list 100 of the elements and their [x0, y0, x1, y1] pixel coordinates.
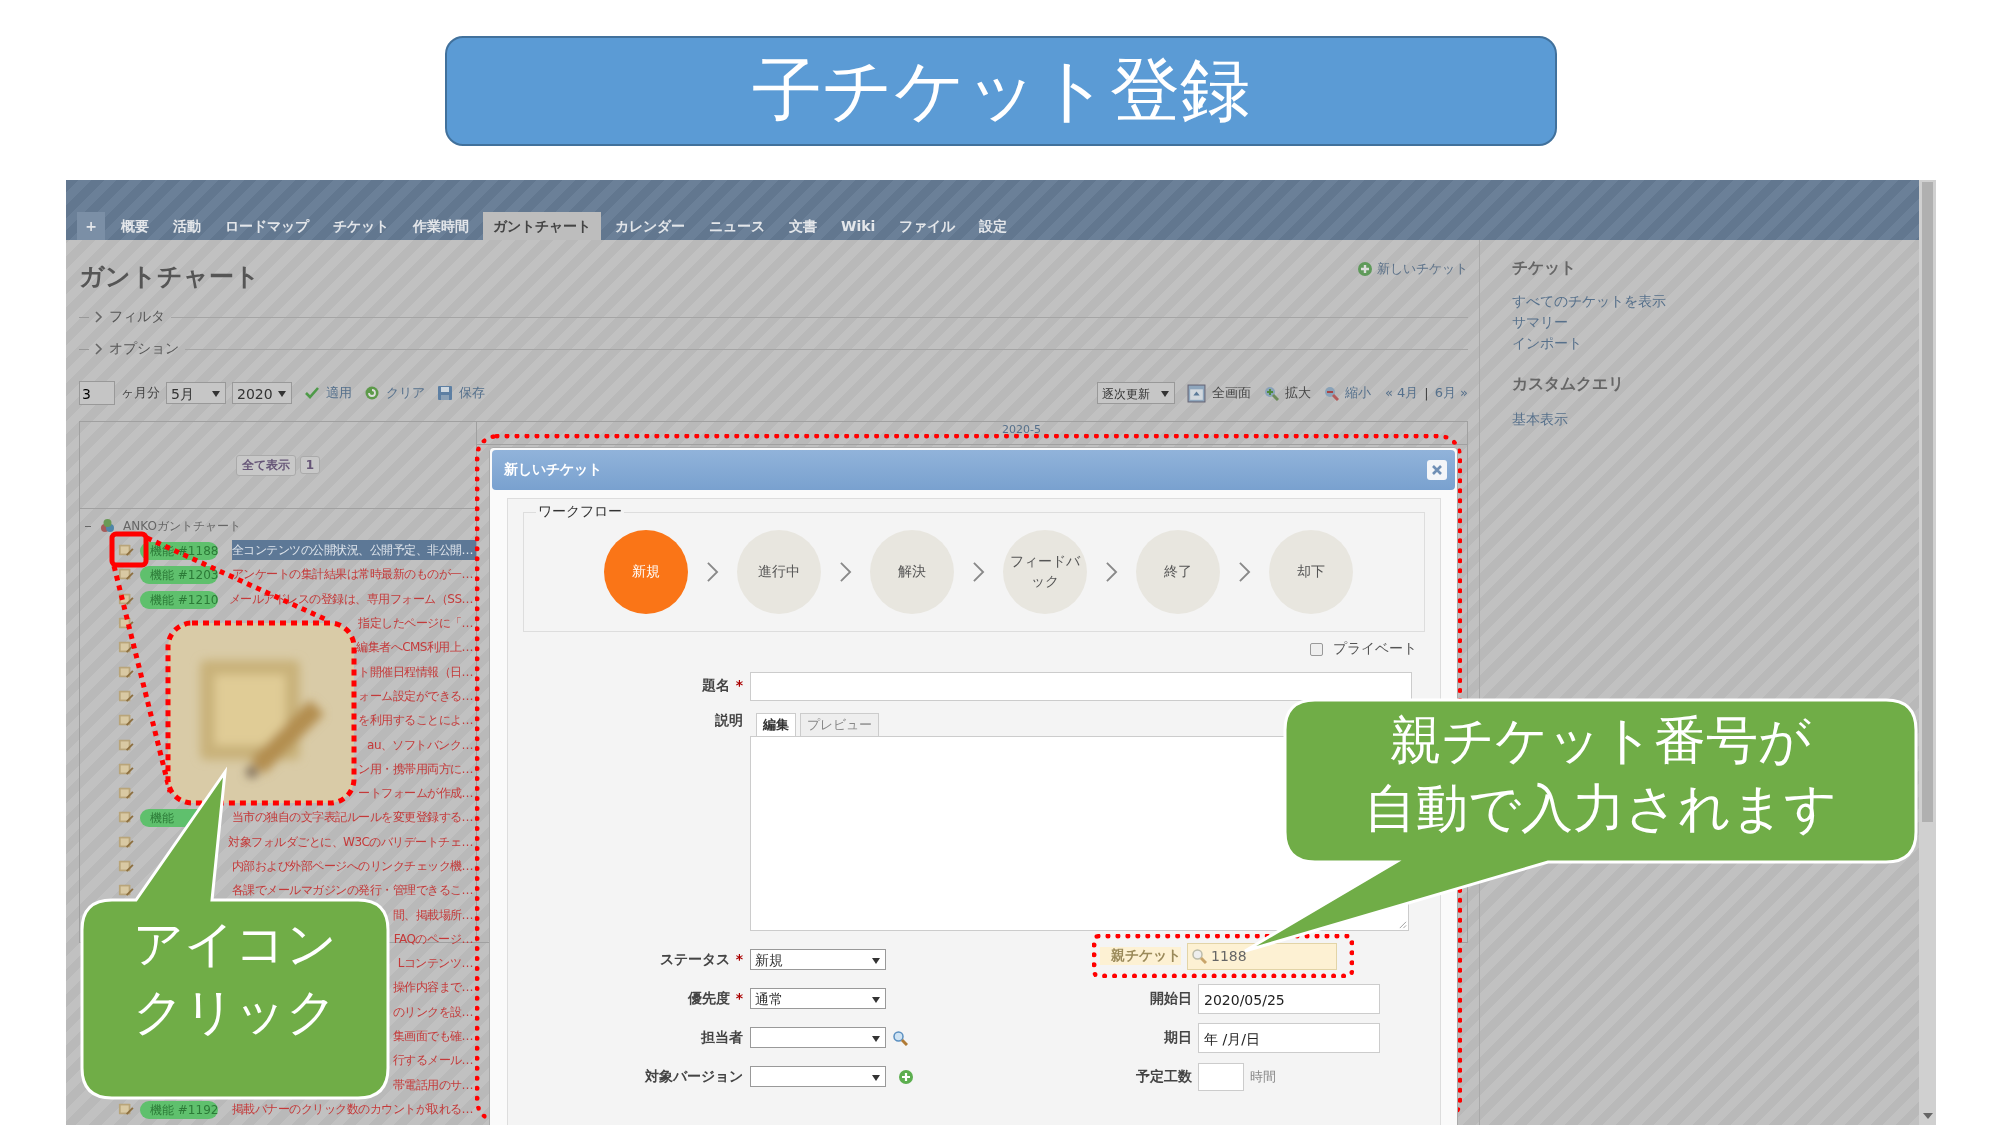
- nav-tab[interactable]: ロードマップ: [215, 212, 319, 240]
- editor-tab[interactable]: プレビュー: [800, 713, 879, 736]
- issue-subject[interactable]: 間、掲載場所…: [392, 904, 476, 925]
- note-icon[interactable]: [118, 639, 134, 656]
- note-icon[interactable]: [118, 785, 134, 802]
- add-icon[interactable]: [898, 1068, 914, 1085]
- chevron-icon: [839, 561, 852, 583]
- nav-tab[interactable]: Wiki: [831, 212, 886, 240]
- workflow-step[interactable]: 新規: [604, 530, 688, 614]
- issue-subject[interactable]: アンケートの集計結果は常時最新のものが一…: [231, 564, 476, 585]
- issue-subject[interactable]: ートフォームが作成…: [358, 783, 476, 804]
- scrollbar[interactable]: [1919, 180, 1936, 1125]
- chevron-icon[interactable]: [95, 311, 103, 323]
- year-select[interactable]: 2020: [232, 382, 292, 404]
- sidebar-link[interactable]: 基本表示: [1512, 409, 1919, 430]
- workflow-step[interactable]: フィードバック: [1003, 530, 1087, 614]
- workflow-step[interactable]: 進行中: [737, 530, 821, 614]
- tracker-tag: 機能 #1210: [140, 590, 218, 609]
- note-icon[interactable]: [118, 858, 134, 874]
- issue-subject[interactable]: 内部および外部ページへのリンクチェック機…: [231, 856, 476, 876]
- months-field[interactable]: 3: [79, 381, 115, 405]
- project-name[interactable]: ANKOガントチャート: [123, 517, 241, 535]
- workflow-step[interactable]: 終了: [1136, 530, 1220, 614]
- date-field[interactable]: 年 /月/日: [1198, 1022, 1380, 1053]
- private-checkbox[interactable]: [1310, 642, 1323, 656]
- next-month-link[interactable]: 6月 »: [1434, 384, 1468, 402]
- nav-tab[interactable]: ニュース: [699, 212, 775, 240]
- month-select[interactable]: 5月: [166, 382, 226, 404]
- issue-subject[interactable]: Lコンテンツ…: [397, 953, 476, 974]
- note-icon[interactable]: [118, 712, 134, 729]
- select-field[interactable]: [750, 1027, 886, 1048]
- sidebar-link[interactable]: すべてのチケットを表示: [1512, 291, 1919, 312]
- show-all-button[interactable]: 全て表示: [235, 454, 296, 476]
- refresh-mode-select[interactable]: 逐次更新: [1096, 382, 1175, 404]
- nav-tab[interactable]: 概要: [111, 212, 159, 240]
- workflow-step[interactable]: 却下: [1269, 530, 1353, 614]
- sidebar-link[interactable]: サマリー: [1512, 312, 1919, 333]
- parent-ticket-field[interactable]: 1188: [1187, 942, 1337, 970]
- issue-subject[interactable]: 帯電話用のサ…: [392, 1074, 476, 1095]
- caret-icon: [872, 1036, 880, 1042]
- section-toggle[interactable]: オプション: [109, 340, 179, 358]
- note-icon[interactable]: [118, 809, 134, 826]
- field-label: 親チケット: [1100, 947, 1181, 965]
- issue-subject[interactable]: ン用・携帯用両方に…: [358, 758, 476, 779]
- issue-subject[interactable]: 行するメール…: [392, 1050, 476, 1071]
- select-field[interactable]: 通常: [750, 988, 886, 1009]
- select-field[interactable]: 新規: [750, 949, 886, 970]
- workflow-step[interactable]: 解決: [870, 530, 954, 614]
- editor-tab[interactable]: 編集: [756, 713, 796, 736]
- clear-link[interactable]: クリア: [386, 384, 425, 402]
- note-icon[interactable]: [118, 566, 134, 583]
- nav-tab[interactable]: 作業時間: [403, 212, 479, 240]
- subject-field[interactable]: [750, 671, 1412, 701]
- select-field[interactable]: [750, 1066, 886, 1087]
- issue-subject[interactable]: 掲載バナーのクリック数のカウントが取れる…: [231, 1098, 476, 1119]
- apply-link[interactable]: 適用: [326, 384, 352, 402]
- note-icon[interactable]: [118, 882, 134, 899]
- nav-tab[interactable]: +: [77, 212, 105, 240]
- issue-subject[interactable]: 編集者へCMS利用上…: [356, 637, 476, 658]
- hours-field[interactable]: [1198, 1062, 1244, 1091]
- chevron-icon[interactable]: [95, 343, 103, 355]
- note-icon[interactable]: [118, 542, 134, 559]
- nav-tab[interactable]: ガントチャート: [483, 212, 601, 240]
- issue-subject[interactable]: 集画面でも確…: [392, 1026, 476, 1047]
- issue-subject[interactable]: 各課でメールマガジンの発行・管理できるこ…: [231, 880, 476, 901]
- issue-subject[interactable]: FAQのページ…: [393, 928, 476, 949]
- count-badge: 1: [299, 456, 321, 474]
- new-ticket-link[interactable]: 新しいチケット: [1357, 260, 1468, 278]
- fullscreen-link[interactable]: 全画面: [1211, 384, 1251, 402]
- close-button[interactable]: [1427, 460, 1447, 480]
- nav-tab[interactable]: 活動: [163, 212, 211, 240]
- issue-subject[interactable]: 当市の独自の文字表記ルールを変更登録する…: [231, 807, 476, 828]
- nav-tab[interactable]: 設定: [969, 212, 1018, 240]
- chevron-icon: [706, 561, 719, 583]
- section-toggle[interactable]: フィルタ: [109, 308, 165, 326]
- date-field[interactable]: 2020/05/25: [1198, 983, 1380, 1014]
- issue-subject[interactable]: メールアドレスの登録は、専用フォーム（SS…: [228, 588, 476, 609]
- callout-text: 親チケット番号が: [1390, 709, 1811, 772]
- zoom-in-link[interactable]: 拡大: [1284, 384, 1311, 402]
- issue-subject[interactable]: のリンクを設…: [392, 1001, 476, 1022]
- issue-subject[interactable]: 操作内容まで…: [392, 977, 476, 998]
- zoom-out-link[interactable]: 縮小: [1344, 384, 1371, 402]
- issue-subject[interactable]: を利用することによ…: [358, 710, 476, 731]
- issue-subject[interactable]: ト開催日程情報（日…: [358, 661, 476, 682]
- sidebar-link[interactable]: インポート: [1512, 333, 1919, 354]
- issue-subject[interactable]: 全コンテンツの公開状況、公開予定、非公開…: [231, 540, 476, 561]
- resize-grip-icon[interactable]: [1398, 920, 1407, 929]
- nav-tab[interactable]: 文書: [779, 212, 827, 240]
- nav-tab[interactable]: ファイル: [889, 212, 966, 240]
- close-icon: [1431, 464, 1443, 476]
- issue-subject[interactable]: 対象フォルダごとに、W3Cのバリデートチェ…: [228, 831, 476, 852]
- nav-tab[interactable]: カレンダー: [605, 212, 695, 240]
- issue-subject[interactable]: 指定したページに「…: [358, 613, 476, 634]
- save-link[interactable]: 保存: [459, 384, 485, 402]
- nav-tab[interactable]: チケット: [323, 212, 399, 240]
- search-icon[interactable]: [892, 1029, 908, 1046]
- highlight-frame: [109, 531, 149, 568]
- issue-subject[interactable]: au、ソフトバンク…: [367, 734, 476, 755]
- issue-subject[interactable]: ォーム設定ができる…: [358, 685, 476, 706]
- previous-month-link[interactable]: « 4月: [1384, 384, 1419, 402]
